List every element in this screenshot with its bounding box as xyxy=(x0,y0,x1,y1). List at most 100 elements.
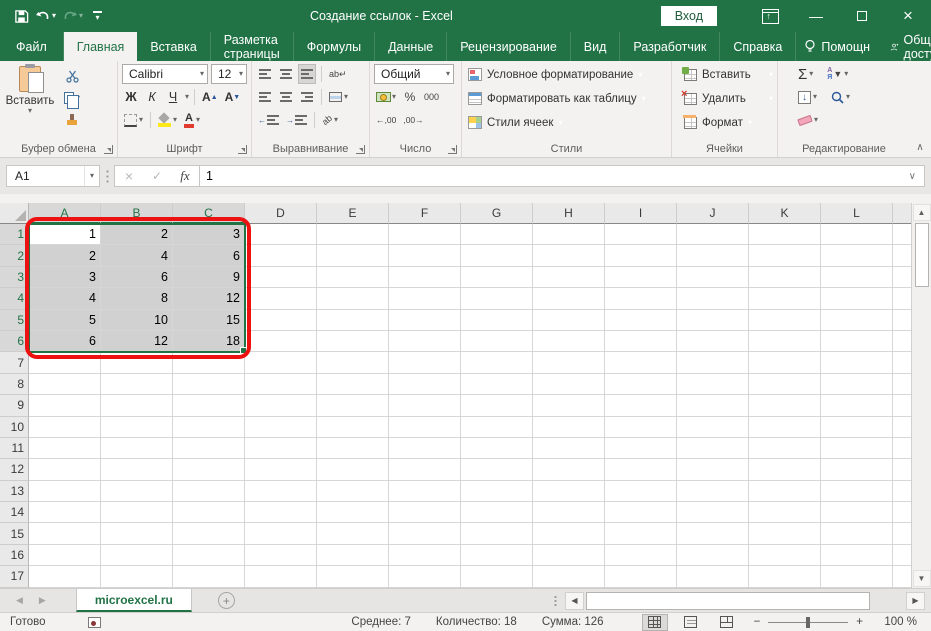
cell-D17[interactable] xyxy=(245,566,317,587)
cell-F13[interactable] xyxy=(389,481,461,502)
cell-E15[interactable] xyxy=(317,523,389,544)
column-header-I[interactable]: I xyxy=(605,203,677,224)
cell-K6[interactable] xyxy=(749,331,821,352)
next-sheet-button[interactable]: ▶ xyxy=(39,595,46,606)
cell-F8[interactable] xyxy=(389,374,461,395)
tab-5[interactable]: Данные xyxy=(375,32,447,61)
cell-D8[interactable] xyxy=(245,374,317,395)
horizontal-scrollbar[interactable] xyxy=(586,592,904,610)
column-header-J[interactable]: J xyxy=(677,203,749,224)
ribbon-display-options-button[interactable] xyxy=(753,0,793,32)
row-header-14[interactable]: 14 xyxy=(0,502,29,523)
cell-C16[interactable] xyxy=(173,545,245,566)
cell-H14[interactable] xyxy=(533,502,605,523)
cell-J5[interactable] xyxy=(677,310,749,331)
row-header-15[interactable]: 15 xyxy=(0,523,29,544)
cell-C14[interactable] xyxy=(173,502,245,523)
cell-C11[interactable] xyxy=(173,438,245,459)
close-button[interactable]: × xyxy=(885,0,931,32)
zoom-in-button[interactable]: + xyxy=(856,616,863,628)
undo-button[interactable]: ▾ xyxy=(35,9,56,23)
cell-A9[interactable] xyxy=(29,395,101,416)
conditional-formatting-button[interactable]: Условное форматирование ▾ xyxy=(466,64,667,85)
clipboard-dialog-launcher[interactable] xyxy=(104,145,113,154)
cell-B13[interactable] xyxy=(101,481,173,502)
cell-L16[interactable] xyxy=(821,545,893,566)
cell-I6[interactable] xyxy=(605,331,677,352)
cancel-entry-button[interactable]: × xyxy=(115,168,143,184)
tab-4[interactable]: Формулы xyxy=(294,32,375,61)
zoom-slider[interactable] xyxy=(768,622,848,623)
insert-cells-button[interactable]: Вставить ▾ xyxy=(682,64,773,85)
zoom-slider-thumb[interactable] xyxy=(806,617,810,628)
cell-C4[interactable]: 12 xyxy=(173,288,245,309)
cell-I14[interactable] xyxy=(605,502,677,523)
enter-entry-button[interactable]: ✓ xyxy=(143,169,171,183)
cell-L15[interactable] xyxy=(821,523,893,544)
cell-D6[interactable] xyxy=(245,331,317,352)
horizontal-scroll-thumb[interactable] xyxy=(586,592,870,610)
cell-D9[interactable] xyxy=(245,395,317,416)
cell-L17[interactable] xyxy=(821,566,893,587)
page-layout-view-button[interactable] xyxy=(678,614,704,631)
cell-C8[interactable] xyxy=(173,374,245,395)
formula-splitter[interactable] xyxy=(100,169,114,183)
column-header-L[interactable]: L xyxy=(821,203,893,224)
alignment-dialog-launcher[interactable] xyxy=(356,145,365,154)
cell-H17[interactable] xyxy=(533,566,605,587)
cell-L1[interactable] xyxy=(821,224,893,245)
scroll-up-button[interactable]: ▲ xyxy=(913,204,931,221)
cell-J3[interactable] xyxy=(677,267,749,288)
column-header-F[interactable]: F xyxy=(389,203,461,224)
cell-G5[interactable] xyxy=(461,310,533,331)
cell-D10[interactable] xyxy=(245,417,317,438)
find-select-button[interactable]: ▾ xyxy=(829,87,852,107)
number-dialog-launcher[interactable] xyxy=(448,145,457,154)
cell-F7[interactable] xyxy=(389,352,461,373)
cell-I17[interactable] xyxy=(605,566,677,587)
tab-3[interactable]: Разметка страницы xyxy=(211,32,294,61)
row-header-4[interactable]: 4 xyxy=(0,288,29,309)
row-header-1[interactable]: 1 xyxy=(0,224,29,245)
cell-K10[interactable] xyxy=(749,417,821,438)
cell-D4[interactable] xyxy=(245,288,317,309)
cut-button[interactable] xyxy=(62,66,82,86)
normal-view-button[interactable] xyxy=(642,614,668,631)
cell-I7[interactable] xyxy=(605,352,677,373)
cell-H3[interactable] xyxy=(533,267,605,288)
cell-L7[interactable] xyxy=(821,352,893,373)
insert-function-button[interactable]: fx xyxy=(171,168,199,184)
cell-B11[interactable] xyxy=(101,438,173,459)
cell-K9[interactable] xyxy=(749,395,821,416)
underline-caret-icon[interactable]: ▾ xyxy=(185,93,189,101)
cell-G6[interactable] xyxy=(461,331,533,352)
cell-styles-button[interactable]: Стили ячеек ▾ xyxy=(466,112,667,133)
delete-cells-button[interactable]: Удалить ▾ xyxy=(682,88,773,109)
fill-button[interactable]: ↓▾ xyxy=(796,87,819,107)
decrease-decimal-button[interactable]: ,00→ xyxy=(401,110,425,130)
cell-K2[interactable] xyxy=(749,245,821,266)
cell-E5[interactable] xyxy=(317,310,389,331)
cell-C5[interactable]: 15 xyxy=(173,310,245,331)
cell-L2[interactable] xyxy=(821,245,893,266)
cell-A2[interactable]: 2 xyxy=(29,245,101,266)
cell-H11[interactable] xyxy=(533,438,605,459)
column-header-A[interactable]: A xyxy=(29,203,101,224)
borders-button[interactable]: ▾ xyxy=(122,110,145,130)
cell-L11[interactable] xyxy=(821,438,893,459)
cell-J12[interactable] xyxy=(677,459,749,480)
wrap-text-button[interactable]: ab↵ xyxy=(327,64,349,84)
cell-A14[interactable] xyxy=(29,502,101,523)
cell-J15[interactable] xyxy=(677,523,749,544)
cell-A6[interactable]: 6 xyxy=(29,331,101,352)
formula-input[interactable]: 1 ∨ xyxy=(200,165,925,187)
save-button[interactable] xyxy=(14,9,29,24)
cell-L14[interactable] xyxy=(821,502,893,523)
cell-G13[interactable] xyxy=(461,481,533,502)
cell-J14[interactable] xyxy=(677,502,749,523)
row-header-9[interactable]: 9 xyxy=(0,395,29,416)
row-header-11[interactable]: 11 xyxy=(0,438,29,459)
format-as-table-button[interactable]: Форматировать как таблицу ▾ xyxy=(466,88,667,109)
cell-E17[interactable] xyxy=(317,566,389,587)
cell-B4[interactable]: 8 xyxy=(101,288,173,309)
